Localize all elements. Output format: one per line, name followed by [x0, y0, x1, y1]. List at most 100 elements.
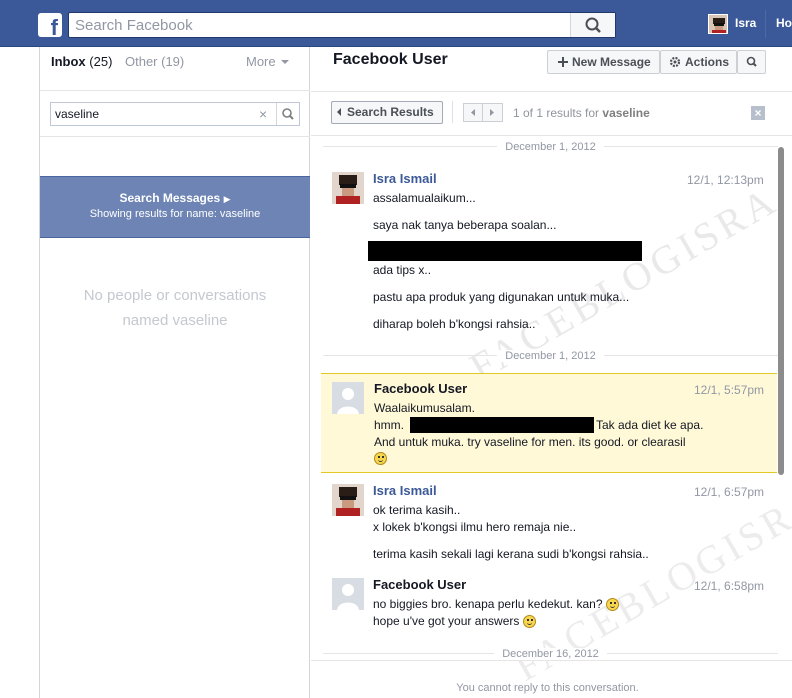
- gear-icon: [669, 56, 681, 68]
- sender-name[interactable]: Facebook User: [373, 577, 466, 592]
- new-message-label: New Message: [572, 55, 651, 69]
- tab-inbox-count: (25): [89, 54, 113, 69]
- redaction-bar: [368, 241, 642, 261]
- message-text: terima kasih sekali lagi kerana sudi b'k…: [373, 547, 649, 561]
- message-timestamp: 12/1, 6:58pm: [694, 579, 765, 593]
- chevron-right-icon: [490, 109, 494, 116]
- tab-inbox[interactable]: Inbox (25): [51, 54, 112, 69]
- sender-name[interactable]: Facebook User: [374, 381, 467, 396]
- thread-scrollbar[interactable]: [778, 147, 784, 475]
- message-text: pastu apa produk yang digunakan untuk mu…: [373, 290, 630, 304]
- search-icon: [282, 108, 294, 120]
- search-messages-label: Search Messages: [119, 191, 221, 205]
- message-text: x lokek b'kongsi ilmu hero remaja nie..: [373, 520, 577, 534]
- global-search-box: [68, 12, 616, 38]
- message-text: Waalaikumusalam.: [374, 401, 475, 415]
- message-text: no biggies bro. kenapa perlu kedekut. ka…: [373, 597, 603, 611]
- smiley-emoticon-icon: [374, 451, 387, 466]
- facebook-logo-icon[interactable]: f: [38, 13, 62, 40]
- smiley-emoticon-icon: [605, 598, 619, 612]
- search-results-subtitle: Showing results for name: vaseline: [89, 208, 261, 220]
- message-search-button[interactable]: [276, 103, 299, 125]
- global-search-input[interactable]: [75, 15, 565, 35]
- inbox-column: [39, 47, 310, 698]
- chevron-down-icon: [281, 60, 289, 64]
- profile-photo-icon: [332, 484, 364, 516]
- date-label: December 1, 2012: [497, 141, 604, 153]
- sender-avatar[interactable]: [332, 172, 364, 204]
- sender-avatar[interactable]: [332, 578, 364, 610]
- no-results-line: No people or conversations: [83, 287, 267, 304]
- sender-name-link[interactable]: Isra Ismail: [373, 483, 437, 498]
- message-text: hope u've got your answers: [373, 614, 520, 628]
- message-text-line: hope u've got your answers: [373, 614, 536, 629]
- profile-photo-icon: [709, 15, 727, 33]
- message-search-input[interactable]: [55, 105, 255, 123]
- search-icon: [746, 56, 757, 67]
- message-text-line: no biggies bro. kenapa perlu kedekut. ka…: [373, 597, 619, 612]
- message-timestamp: 12/1, 5:57pm: [694, 383, 765, 397]
- message-text: Tak ada diet ke apa.: [596, 418, 704, 432]
- message-text: ok terima kasih..: [373, 503, 461, 517]
- results-query: vaseline: [602, 106, 650, 120]
- smiley-emoticon-icon: [522, 615, 536, 629]
- tab-inbox-label: Inbox: [51, 54, 86, 69]
- sender-avatar[interactable]: [332, 382, 364, 414]
- message-search-box: ×: [50, 102, 300, 126]
- close-icon[interactable]: ×: [751, 106, 765, 120]
- search-conversation-button[interactable]: [737, 50, 766, 74]
- search-results-button[interactable]: Search Results: [331, 101, 443, 124]
- date-separator: December 16, 2012: [323, 648, 778, 660]
- next-result-button[interactable]: [483, 103, 503, 122]
- results-count: 1 of 1 results for vaseline: [513, 106, 650, 120]
- message-text: diharap boleh b'kongsi rahsia..: [373, 317, 536, 331]
- home-link[interactable]: Ho: [776, 16, 792, 30]
- topbar-divider: [765, 10, 766, 38]
- message-text: saya nak tanya beberapa soalan...: [373, 218, 557, 232]
- profile-photo-icon: [332, 172, 364, 204]
- default-avatar-icon: [332, 382, 364, 414]
- more-dropdown[interactable]: More: [246, 54, 276, 69]
- search-messages-title: Search Messages ▶: [40, 191, 310, 205]
- default-avatar-icon: [332, 578, 364, 610]
- sender-avatar[interactable]: [332, 484, 364, 516]
- message-timestamp: 12/1, 12:13pm: [687, 173, 764, 187]
- sender-name-link[interactable]: Isra Ismail: [373, 171, 437, 186]
- no-results-line: named vaseline: [122, 312, 228, 329]
- divider: [311, 135, 792, 136]
- chevron-left-icon: [337, 108, 341, 116]
- profile-avatar[interactable]: [708, 14, 728, 34]
- no-results-message: No people or conversations named vaselin…: [60, 283, 290, 333]
- profile-name-link[interactable]: Isra: [735, 16, 756, 30]
- actions-button[interactable]: Actions: [660, 50, 737, 74]
- conversation-title: Facebook User: [333, 51, 448, 68]
- cannot-reply-notice: You cannot reply to this conversation.: [456, 682, 639, 694]
- tab-other[interactable]: Other (19): [125, 54, 184, 69]
- search-icon: [585, 17, 601, 33]
- redaction-bar: [410, 417, 594, 433]
- previous-result-button[interactable]: [463, 103, 483, 122]
- actions-label: Actions: [685, 55, 730, 69]
- message-text: And untuk muka. try vaseline for men. it…: [374, 435, 686, 449]
- chevron-left-icon: [471, 109, 475, 116]
- divider: [40, 136, 310, 137]
- divider: [311, 660, 792, 661]
- date-label: December 16, 2012: [494, 648, 607, 660]
- clear-search-icon[interactable]: ×: [259, 106, 267, 122]
- divider: [40, 90, 310, 91]
- date-label: December 1, 2012: [497, 350, 604, 362]
- message-text: hmm.: [374, 418, 404, 432]
- divider: [311, 91, 792, 92]
- message-timestamp: 12/1, 6:57pm: [694, 485, 765, 499]
- message-text: assalamualaikum...: [373, 191, 476, 205]
- plus-icon: [558, 57, 568, 67]
- date-separator: December 1, 2012: [323, 350, 778, 362]
- divider: [452, 101, 453, 123]
- global-search-button[interactable]: [570, 13, 615, 37]
- message-text: ada tips x..: [373, 263, 432, 277]
- new-message-button[interactable]: New Message: [547, 50, 660, 74]
- results-count-text: 1 of 1 results for: [513, 106, 600, 120]
- chevron-right-icon: ▶: [223, 194, 231, 204]
- search-messages-banner[interactable]: Search Messages ▶ Showing results for na…: [40, 176, 310, 238]
- date-separator: December 1, 2012: [323, 141, 778, 153]
